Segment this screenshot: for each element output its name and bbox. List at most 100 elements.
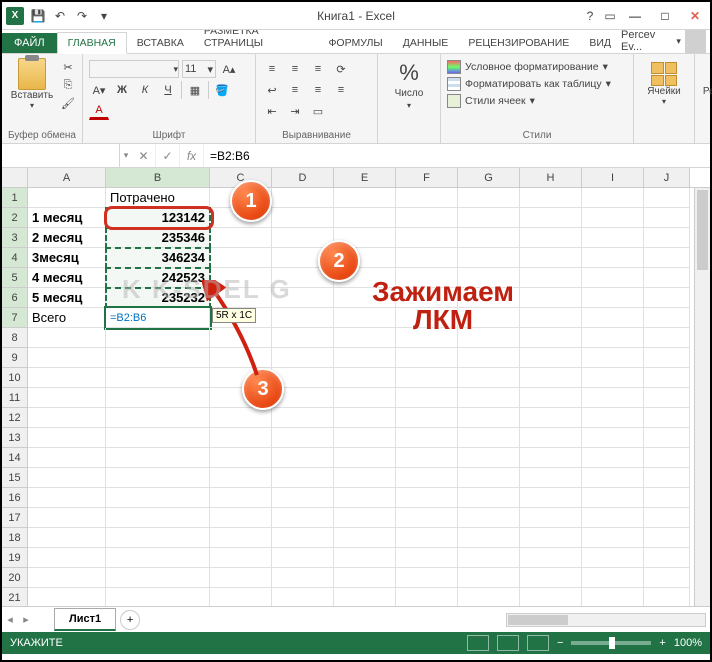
- cell-D4[interactable]: [272, 248, 334, 268]
- cell-I2[interactable]: [582, 208, 644, 228]
- cell-H15[interactable]: [520, 468, 582, 488]
- decrease-font-icon[interactable]: A▾: [89, 81, 109, 99]
- cell-F12[interactable]: [396, 408, 458, 428]
- cell-D3[interactable]: [272, 228, 334, 248]
- cell-E6[interactable]: [334, 288, 396, 308]
- save-icon[interactable]: 💾: [30, 8, 46, 24]
- align-top-icon[interactable]: ≡: [262, 60, 282, 78]
- sheet-nav-first-icon[interactable]: ◂: [2, 613, 18, 626]
- cell-E8[interactable]: [334, 328, 396, 348]
- minimize-button[interactable]: —: [620, 2, 650, 29]
- wrap-text-icon[interactable]: ↩: [262, 81, 282, 99]
- cell-C15[interactable]: [210, 468, 272, 488]
- merge-icon[interactable]: ▭: [308, 102, 328, 120]
- cell-I12[interactable]: [582, 408, 644, 428]
- cell-E11[interactable]: [334, 388, 396, 408]
- cell-H4[interactable]: [520, 248, 582, 268]
- cell-C4[interactable]: [210, 248, 272, 268]
- row-header-5[interactable]: 5: [2, 268, 28, 288]
- cell-H19[interactable]: [520, 548, 582, 568]
- cell-A1[interactable]: [28, 188, 106, 208]
- cell-B4[interactable]: 346234: [106, 248, 210, 268]
- cell-I5[interactable]: [582, 268, 644, 288]
- cell-F19[interactable]: [396, 548, 458, 568]
- increase-font-icon[interactable]: A▴: [219, 60, 239, 78]
- cell-C20[interactable]: [210, 568, 272, 588]
- cell-H6[interactable]: [520, 288, 582, 308]
- cell-J10[interactable]: [644, 368, 690, 388]
- cell-styles-button[interactable]: Стили ячеек ▾: [447, 94, 627, 108]
- row-header-9[interactable]: 9: [2, 348, 28, 368]
- cell-D5[interactable]: [272, 268, 334, 288]
- redo-icon[interactable]: ↷: [74, 8, 90, 24]
- cell-F17[interactable]: [396, 508, 458, 528]
- align-left-icon[interactable]: ≡: [285, 81, 305, 99]
- spreadsheet-grid[interactable]: A B C D E F G H I J 1Потрачено21 месяц12…: [2, 168, 710, 606]
- cell-E2[interactable]: [334, 208, 396, 228]
- italic-button[interactable]: К: [135, 81, 155, 99]
- row-header-18[interactable]: 18: [2, 528, 28, 548]
- cell-H12[interactable]: [520, 408, 582, 428]
- border-icon[interactable]: ▦: [185, 81, 205, 99]
- cell-F18[interactable]: [396, 528, 458, 548]
- cell-A5[interactable]: 4 месяц: [28, 268, 106, 288]
- view-page-break-icon[interactable]: [527, 635, 549, 651]
- cell-E4[interactable]: [334, 248, 396, 268]
- cell-D14[interactable]: [272, 448, 334, 468]
- cell-C16[interactable]: [210, 488, 272, 508]
- cell-I18[interactable]: [582, 528, 644, 548]
- cell-D7[interactable]: [272, 308, 334, 328]
- cell-B13[interactable]: [106, 428, 210, 448]
- qat-dropdown-icon[interactable]: ▾: [96, 8, 112, 24]
- cell-A3[interactable]: 2 месяц: [28, 228, 106, 248]
- row-header-8[interactable]: 8: [2, 328, 28, 348]
- cell-J18[interactable]: [644, 528, 690, 548]
- underline-button[interactable]: Ч: [158, 81, 178, 99]
- cell-J6[interactable]: [644, 288, 690, 308]
- cell-F11[interactable]: [396, 388, 458, 408]
- cell-H7[interactable]: [520, 308, 582, 328]
- cell-A12[interactable]: [28, 408, 106, 428]
- cell-B15[interactable]: [106, 468, 210, 488]
- cell-G20[interactable]: [458, 568, 520, 588]
- formula-bar[interactable]: =B2:B6: [204, 149, 710, 163]
- cell-B5[interactable]: 242523: [106, 268, 210, 288]
- cell-G8[interactable]: [458, 328, 520, 348]
- cell-I9[interactable]: [582, 348, 644, 368]
- cell-C17[interactable]: [210, 508, 272, 528]
- tab-home[interactable]: ГЛАВНАЯ: [57, 32, 127, 54]
- cell-F20[interactable]: [396, 568, 458, 588]
- cell-J15[interactable]: [644, 468, 690, 488]
- cell-I4[interactable]: [582, 248, 644, 268]
- col-header-C[interactable]: C: [210, 168, 272, 187]
- col-header-E[interactable]: E: [334, 168, 396, 187]
- cell-B11[interactable]: [106, 388, 210, 408]
- cell-H1[interactable]: [520, 188, 582, 208]
- cell-D18[interactable]: [272, 528, 334, 548]
- row-header-6[interactable]: 6: [2, 288, 28, 308]
- cell-J14[interactable]: [644, 448, 690, 468]
- cell-H5[interactable]: [520, 268, 582, 288]
- cell-B7[interactable]: =B2:B6: [106, 308, 210, 328]
- conditional-formatting-button[interactable]: Условное форматирование ▾: [447, 60, 627, 74]
- cell-G2[interactable]: [458, 208, 520, 228]
- cell-J11[interactable]: [644, 388, 690, 408]
- cell-H18[interactable]: [520, 528, 582, 548]
- cell-C19[interactable]: [210, 548, 272, 568]
- view-page-layout-icon[interactable]: [497, 635, 519, 651]
- row-header-2[interactable]: 2: [2, 208, 28, 228]
- cell-G15[interactable]: [458, 468, 520, 488]
- cell-I15[interactable]: [582, 468, 644, 488]
- cell-D1[interactable]: [272, 188, 334, 208]
- cell-J21[interactable]: [644, 588, 690, 606]
- cell-F16[interactable]: [396, 488, 458, 508]
- cell-F3[interactable]: [396, 228, 458, 248]
- cell-H16[interactable]: [520, 488, 582, 508]
- cell-D2[interactable]: [272, 208, 334, 228]
- cell-E20[interactable]: [334, 568, 396, 588]
- cell-F5[interactable]: [396, 268, 458, 288]
- align-center-icon[interactable]: ≡: [308, 81, 328, 99]
- row-header-12[interactable]: 12: [2, 408, 28, 428]
- cell-B17[interactable]: [106, 508, 210, 528]
- cell-D20[interactable]: [272, 568, 334, 588]
